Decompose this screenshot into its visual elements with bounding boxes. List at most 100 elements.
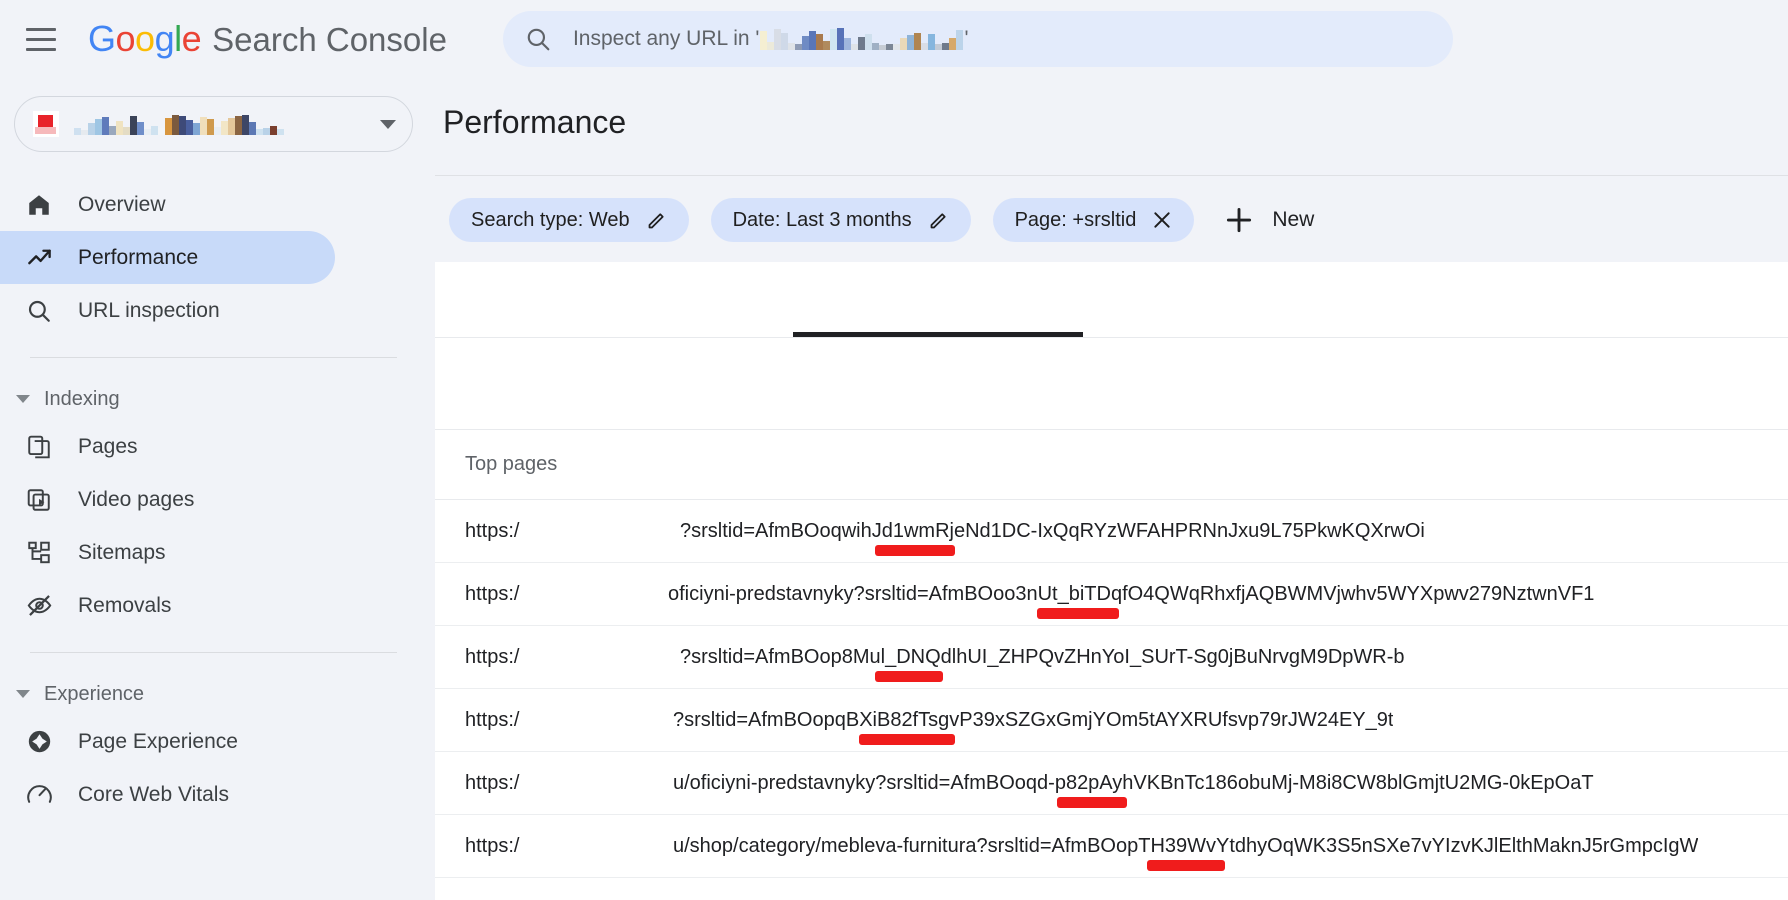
chevron-down-icon[interactable] xyxy=(380,119,396,129)
red-annotation-mark xyxy=(1147,860,1225,871)
sidebar-item-core-web-vitals[interactable]: Core Web Vitals xyxy=(0,768,335,821)
pencil-icon[interactable] xyxy=(646,210,667,231)
sidebar-item-performance[interactable]: Performance xyxy=(0,231,335,284)
logo-letter-o1: o xyxy=(115,18,136,59)
table-body: https:/ ?srsltid=AfmBOoqwihJd1wmRjeNd1DC-… xyxy=(435,500,1788,878)
search-icon xyxy=(24,296,54,326)
main-content: Performance Search type: Web Date: Last … xyxy=(435,78,1788,900)
speedometer-icon xyxy=(24,780,54,810)
filter-chip-page[interactable]: Page: +srsltid xyxy=(992,198,1195,242)
google-wordmark: Google xyxy=(88,18,202,60)
filter-chip-label: Date: Last 3 months xyxy=(732,208,912,231)
table-row[interactable]: https:/ ?srsltid=AfmBOopqBXiB82fTsgvP39xS… xyxy=(435,689,1788,752)
search-icon xyxy=(527,28,550,51)
row-url-text[interactable]: oficiyni-predstavnyky?srsltid=AfmBOoo3nU… xyxy=(668,583,1594,606)
table-row[interactable]: https:/ u/oficiyni-predstavnyky?srsltid=A… xyxy=(435,752,1788,815)
logo-letter-e: e xyxy=(181,18,202,59)
pages-icon xyxy=(24,432,54,462)
filter-bar: Search type: Web Date: Last 3 months Pag… xyxy=(435,176,1788,262)
sidebar-item-label: Overview xyxy=(78,192,166,216)
logo-letter-l: l xyxy=(174,18,182,59)
sidebar: Overview Performance URL inspection Inde… xyxy=(0,78,435,900)
row-url-text[interactable]: ?srsltid=AfmBOop8Mul_DNQdlhUI_ZHPQvZHnYo… xyxy=(680,646,1405,669)
redacted-domain-header xyxy=(760,28,964,50)
sidebar-group-indexing[interactable]: Indexing xyxy=(0,378,435,420)
close-icon[interactable] xyxy=(1152,210,1172,230)
table-row[interactable]: https:/ u/shop/category/mebleva-furnitura… xyxy=(435,815,1788,878)
url-inspection-search-bar[interactable]: Inspect any URL in ' ' xyxy=(502,11,1453,67)
nav-divider-2 xyxy=(30,652,397,653)
sidebar-group-experience[interactable]: Experience xyxy=(0,673,435,715)
search-console-app: Google Search Console Inspect any URL in… xyxy=(0,0,1788,900)
row-url-text[interactable]: u/oficiyni-predstavnyky?srsltid=AfmBOoqd… xyxy=(673,772,1594,795)
chart-tabs-strip xyxy=(435,262,1788,338)
video-pages-icon xyxy=(24,485,54,515)
page-experience-icon xyxy=(24,727,54,757)
red-annotation-mark xyxy=(875,671,943,682)
google-search-console-logo: Google Search Console xyxy=(88,18,447,60)
top-bar: Google Search Console Inspect any URL in… xyxy=(0,0,1788,78)
logo-letter-g1: G xyxy=(88,18,116,59)
new-filter-button[interactable]: New xyxy=(1224,205,1314,235)
sidebar-item-label: Pages xyxy=(78,434,138,458)
chart-area xyxy=(435,338,1788,430)
search-placeholder: Inspect any URL in ' ' xyxy=(572,27,969,51)
table-row[interactable]: https:/ ?srsltid=AfmBOop8Mul_DNQdlhUI_ZHP… xyxy=(435,626,1788,689)
hamburger-menu-icon[interactable] xyxy=(18,16,64,62)
trending-up-icon xyxy=(24,243,54,273)
sidebar-item-page-experience[interactable]: Page Experience xyxy=(0,715,335,768)
performance-card: Top pages https:/ ?srsltid=AfmBOoqwihJd1w… xyxy=(435,262,1788,900)
search-placeholder-suffix: ' xyxy=(964,27,969,50)
row-url-text[interactable]: u/shop/category/mebleva-furnitura?srslti… xyxy=(673,835,1698,858)
sidebar-item-sitemaps[interactable]: Sitemaps xyxy=(0,526,335,579)
sidebar-item-video-pages[interactable]: Video pages xyxy=(0,473,335,526)
row-url-text[interactable]: ?srsltid=AfmBOopqBXiB82fTsgvP39xSZGxGmjY… xyxy=(673,709,1393,732)
plus-icon xyxy=(1227,207,1252,233)
product-name: Search Console xyxy=(212,21,447,58)
sidebar-item-label: Video pages xyxy=(78,487,195,511)
filter-chip-label: Search type: Web xyxy=(471,208,630,231)
site-favicon-icon xyxy=(33,111,59,137)
sidebar-group-label: Indexing xyxy=(44,387,120,410)
home-icon xyxy=(24,190,54,220)
sidebar-item-label: Performance xyxy=(78,245,199,269)
row-url-prefix: https:/ xyxy=(465,519,520,542)
sidebar-group-label: Experience xyxy=(44,682,145,705)
sitemaps-icon xyxy=(24,538,54,568)
new-filter-label: New xyxy=(1272,208,1315,231)
filter-chip-search-type[interactable]: Search type: Web xyxy=(449,198,689,242)
sidebar-item-label: URL inspection xyxy=(78,298,220,322)
sidebar-item-url-inspection[interactable]: URL inspection xyxy=(0,284,335,337)
table-row[interactable]: https:/ ?srsltid=AfmBOoqwihJd1wmRjeNd1DC-… xyxy=(435,500,1788,563)
property-selector[interactable] xyxy=(14,96,413,152)
triangle-down-icon xyxy=(16,690,30,698)
sidebar-item-overview[interactable]: Overview xyxy=(0,178,335,231)
sidebar-item-label: Sitemaps xyxy=(78,540,166,564)
row-url-text[interactable]: ?srsltid=AfmBOoqwihJd1wmRjeNd1DC-IxQqRYz… xyxy=(680,520,1425,543)
nav-divider-1 xyxy=(30,357,397,358)
eye-off-icon xyxy=(24,591,54,621)
active-tab-underline xyxy=(793,332,1083,337)
search-placeholder-prefix: Inspect any URL in ' xyxy=(572,27,760,50)
sidebar-item-label: Page Experience xyxy=(78,729,238,753)
row-url-prefix: https:/ xyxy=(465,645,520,668)
page-title: Performance xyxy=(443,104,627,140)
sidebar-item-pages[interactable]: Pages xyxy=(0,420,335,473)
filter-chip-date[interactable]: Date: Last 3 months xyxy=(710,198,971,242)
sidebar-item-label: Core Web Vitals xyxy=(78,782,229,806)
row-url-prefix: https:/ xyxy=(465,708,520,731)
primary-nav: Overview Performance URL inspection Inde… xyxy=(0,178,435,821)
redacted-property-name xyxy=(73,113,380,135)
sidebar-item-removals[interactable]: Removals xyxy=(0,579,335,632)
table-header: Top pages xyxy=(435,430,1788,500)
red-annotation-mark xyxy=(1057,797,1127,808)
table-row[interactable]: https:/ oficiyni-predstavnyky?srsltid=Afm… xyxy=(435,563,1788,626)
triangle-down-icon xyxy=(16,395,30,403)
red-annotation-mark xyxy=(1037,608,1119,619)
row-url-prefix: https:/ xyxy=(465,582,520,605)
red-annotation-mark xyxy=(859,734,955,745)
logo-letter-o2: o xyxy=(135,18,155,59)
pencil-icon[interactable] xyxy=(928,210,949,231)
logo-letter-g2: g xyxy=(154,18,175,59)
row-url-prefix: https:/ xyxy=(465,834,520,857)
